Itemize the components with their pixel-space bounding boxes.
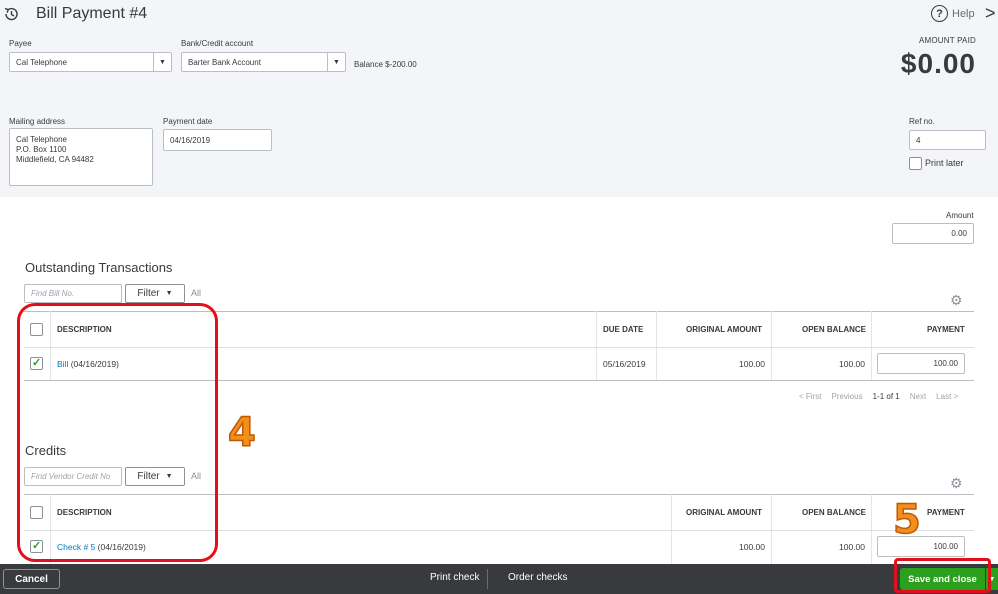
payment-date-field[interactable]: 04/16/2019	[163, 129, 272, 151]
amount-paid-value: $0.00	[900, 48, 976, 79]
address-line: Cal Telephone	[16, 135, 68, 144]
gear-icon[interactable]: ⚙	[950, 475, 963, 492]
close-icon[interactable]: >	[985, 3, 996, 24]
payee-select[interactable]: Cal Telephone ▼	[9, 52, 172, 72]
pager-range: 1-1 of 1	[872, 392, 900, 401]
payment-date-value: 04/16/2019	[170, 135, 211, 145]
credits-col-open-balance[interactable]: OPEN BALANCE	[802, 508, 866, 517]
col-open-balance[interactable]: OPEN BALANCE	[802, 325, 866, 334]
footer-bar: Cancel Print check Order checks Save and…	[0, 564, 998, 594]
annotation-step-4: 4	[227, 409, 256, 457]
row-open-balance: 100.00	[839, 542, 865, 552]
amount-label: Amount	[946, 211, 974, 220]
col-divider	[671, 494, 672, 564]
chevron-down-icon: ▼	[165, 290, 173, 297]
mailing-address-field[interactable]: Cal Telephone P.O. Box 1100 Middlefield,…	[9, 128, 153, 186]
order-checks-button[interactable]: Order checks	[508, 572, 567, 583]
amount-field[interactable]: 0.00	[892, 223, 974, 244]
outstanding-title: Outstanding Transactions	[25, 260, 173, 275]
payee-label: Payee	[9, 39, 32, 48]
payee-value: Cal Telephone	[16, 57, 68, 67]
page-title: Bill Payment #4	[36, 5, 148, 22]
print-check-button[interactable]: Print check	[430, 572, 479, 583]
col-payment[interactable]: PAYMENT	[927, 325, 965, 334]
row-original-amount: 100.00	[739, 359, 765, 369]
chevron-down-icon[interactable]: ▼	[153, 53, 171, 71]
payment-date-label: Payment date	[163, 117, 213, 126]
filter-label: Filter	[137, 288, 160, 299]
cancel-button[interactable]: Cancel	[3, 569, 60, 589]
help-label: Help	[952, 7, 975, 20]
row-due-date: 05/16/2019	[603, 359, 646, 369]
mailing-address-label: Mailing address	[9, 117, 66, 126]
bank-account-select[interactable]: Barter Bank Account ▼	[181, 52, 346, 72]
outstanding-filter-button[interactable]: Filter ▼	[125, 284, 185, 303]
ref-no-field[interactable]: 4	[909, 130, 986, 150]
bank-balance: Balance $-200.00	[354, 60, 417, 69]
ref-no-value: 4	[916, 135, 921, 145]
pager-next[interactable]: Next	[910, 392, 926, 401]
col-divider	[871, 311, 872, 380]
help-button[interactable]: ? Help	[931, 5, 975, 22]
bank-account-label: Bank/Credit account	[181, 39, 254, 48]
amount-value: 0.00	[951, 229, 967, 238]
row-original-amount: 100.00	[739, 542, 765, 552]
row-payment-value: 100.00	[933, 359, 958, 368]
find-bill-placeholder: Find Bill No.	[31, 289, 75, 298]
col-divider	[596, 311, 597, 380]
col-divider	[871, 494, 872, 564]
annotation-save-highlight	[894, 558, 991, 593]
pager-last[interactable]: Last >	[936, 392, 958, 401]
chevron-down-icon[interactable]: ▼	[327, 53, 345, 71]
history-icon[interactable]	[2, 5, 20, 23]
row-payment-input[interactable]: 100.00	[877, 353, 965, 374]
row-open-balance: 100.00	[839, 359, 865, 369]
col-divider	[771, 494, 772, 564]
pager-previous[interactable]: Previous	[831, 392, 862, 401]
print-later-label: Print later	[925, 158, 964, 168]
col-original-amount[interactable]: ORIGINAL AMOUNT	[686, 325, 762, 334]
col-divider	[656, 311, 657, 380]
address-line: Middlefield, CA 94482	[16, 155, 94, 164]
help-icon: ?	[931, 5, 948, 22]
annotation-step-5: 5	[892, 496, 921, 544]
pagination: < First Previous 1-1 of 1 Next Last >	[799, 392, 958, 401]
address-line: P.O. Box 1100	[16, 145, 67, 154]
amount-paid-label: AMOUNT PAID	[918, 36, 976, 45]
print-later-checkbox[interactable]	[909, 157, 922, 170]
find-bill-input[interactable]: Find Bill No.	[24, 284, 122, 303]
gear-icon[interactable]: ⚙	[950, 292, 963, 309]
row-payment-value: 100.00	[933, 542, 958, 551]
pager-first[interactable]: < First	[799, 392, 821, 401]
row-payment-input[interactable]: 100.00	[877, 536, 965, 557]
ref-no-label: Ref no.	[909, 117, 935, 126]
col-divider	[771, 311, 772, 380]
credits-col-payment[interactable]: PAYMENT	[927, 508, 965, 517]
col-due-date[interactable]: DUE DATE	[603, 325, 643, 334]
footer-divider	[487, 569, 488, 589]
outstanding-all-link[interactable]: All	[191, 288, 201, 298]
credits-col-original-amount[interactable]: ORIGINAL AMOUNT	[686, 508, 762, 517]
bank-account-value: Barter Bank Account	[188, 57, 261, 67]
annotation-highlight-box	[17, 303, 218, 562]
